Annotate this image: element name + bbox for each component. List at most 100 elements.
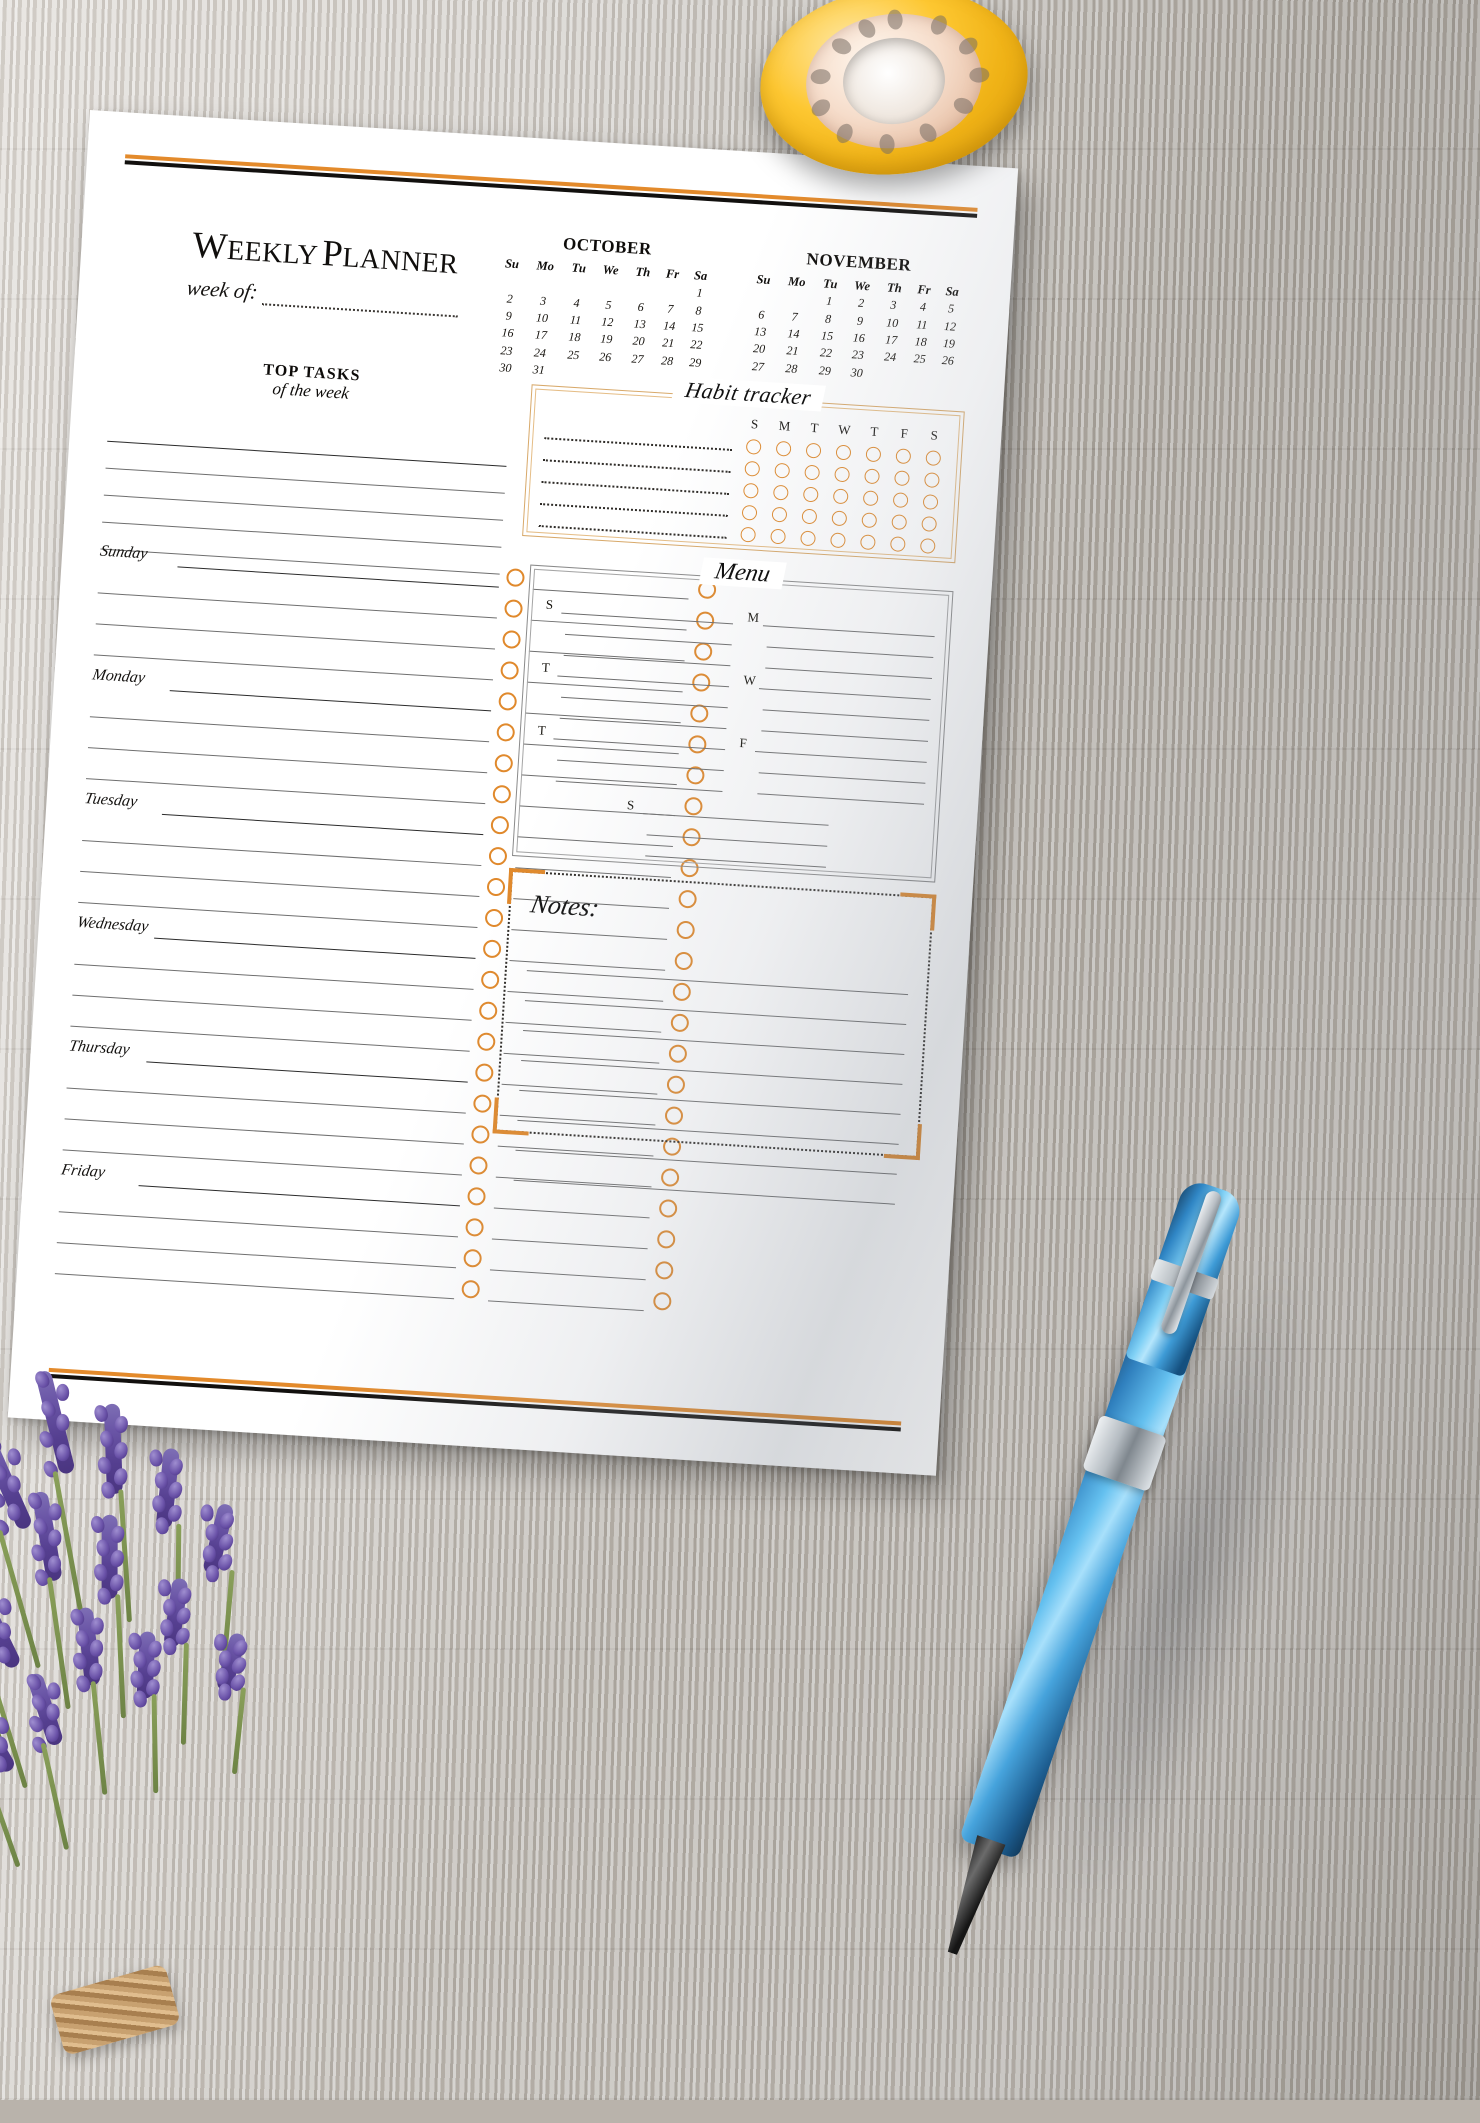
habit-checkbox[interactable]: [825, 487, 856, 504]
circle-icon: [865, 446, 881, 462]
lavender-bud: [57, 1414, 70, 1431]
circle-icon: [467, 1186, 486, 1205]
habit-checkbox[interactable]: [734, 504, 765, 521]
lavender-bud: [89, 1617, 104, 1636]
habit-checkbox[interactable]: [887, 447, 918, 464]
habit-checkbox[interactable]: [886, 469, 917, 486]
habit-day-header: T: [799, 419, 830, 437]
circle-icon: [488, 846, 507, 865]
habit-checkbox[interactable]: [792, 529, 823, 546]
habit-checkbox[interactable]: [913, 515, 944, 532]
day-checkbox[interactable]: [479, 932, 505, 964]
day-checkbox[interactable]: [503, 561, 529, 593]
day-checkbox[interactable]: [468, 1118, 494, 1150]
habit-checkbox[interactable]: [796, 464, 827, 481]
day-checkbox[interactable]: [495, 685, 521, 717]
week-of-field[interactable]: week of:: [162, 274, 483, 319]
habit-checkbox[interactable]: [885, 491, 916, 508]
day-checkbox[interactable]: [489, 777, 515, 809]
habit-checkbox[interactable]: [882, 535, 913, 552]
habit-checkbox[interactable]: [732, 526, 763, 543]
circle-icon: [889, 536, 905, 552]
habit-checkbox[interactable]: [853, 511, 884, 528]
day-checkbox[interactable]: [460, 1242, 486, 1274]
calendar-day: 3: [877, 296, 909, 315]
calendar-day: 17: [875, 331, 907, 350]
calendar-day: 20: [744, 340, 775, 359]
habit-checkbox[interactable]: [826, 465, 857, 482]
habit-checkbox[interactable]: [766, 462, 797, 479]
day-checkbox[interactable]: [483, 870, 509, 902]
menu-day-column: M: [744, 604, 936, 679]
calendar-november: NOVEMBER Su Mo Tu We Th Fr Sa: [742, 246, 969, 406]
calendar-day: 7: [656, 299, 685, 318]
lavender-stem: [232, 1687, 246, 1774]
calendar-day: 4: [561, 293, 592, 312]
habit-checkbox[interactable]: [852, 533, 883, 550]
week-of-dotted-line[interactable]: [262, 289, 459, 317]
day-entry-line[interactable]: [488, 1300, 644, 1311]
habit-checkbox[interactable]: [765, 484, 796, 501]
day-checkbox[interactable]: [501, 592, 527, 624]
habit-checkbox[interactable]: [736, 460, 767, 477]
habit-checkbox[interactable]: [795, 486, 826, 503]
menu-entry-line[interactable]: [556, 767, 724, 792]
day-checkbox[interactable]: [653, 1223, 679, 1255]
habit-checkbox[interactable]: [738, 438, 769, 455]
habit-checkbox[interactable]: [856, 467, 887, 484]
habit-checkbox[interactable]: [793, 508, 824, 525]
day-checkbox[interactable]: [485, 839, 511, 871]
habit-checkbox[interactable]: [762, 528, 793, 545]
menu-title: Menu: [698, 557, 786, 589]
day-checkbox[interactable]: [491, 747, 517, 779]
calendar-day: 8: [684, 301, 713, 320]
calendar-day: [904, 367, 933, 386]
day-planner-lines: SundayMondayTuesdayWednesdayThursdayFrid…: [55, 536, 501, 1304]
day-checkbox[interactable]: [464, 1180, 490, 1212]
habit-checkbox[interactable]: [828, 444, 859, 461]
day-checkbox[interactable]: [499, 623, 525, 655]
day-checkbox[interactable]: [497, 654, 523, 686]
habit-checkbox[interactable]: [917, 449, 948, 466]
day-checkbox[interactable]: [493, 716, 519, 748]
habit-checkbox[interactable]: [822, 531, 853, 548]
calendar-day: 12: [935, 317, 964, 336]
habit-checkbox[interactable]: [912, 537, 943, 554]
calendar-day: 6: [625, 297, 657, 316]
day-checkbox[interactable]: [462, 1211, 488, 1243]
habit-day-header: S: [739, 415, 770, 433]
day-checkbox[interactable]: [487, 808, 513, 840]
habit-checkbox[interactable]: [764, 506, 795, 523]
habit-checkbox[interactable]: [915, 493, 946, 510]
habit-checkbox[interactable]: [735, 482, 766, 499]
day-entry-line[interactable]: [55, 1273, 454, 1299]
habit-checkbox[interactable]: [768, 440, 799, 457]
habit-checkbox[interactable]: [916, 471, 947, 488]
day-checkbox[interactable]: [475, 994, 501, 1026]
habit-checkbox[interactable]: [858, 445, 889, 462]
day-checkbox[interactable]: [649, 1285, 675, 1317]
lavender-bud: [48, 1529, 62, 1547]
day-checkbox[interactable]: [481, 901, 507, 933]
habit-day-header: S: [919, 427, 950, 445]
day-checkbox[interactable]: [466, 1149, 492, 1181]
day-checkbox[interactable]: [651, 1254, 677, 1286]
calendar-day: 10: [876, 313, 908, 332]
day-checkbox[interactable]: [471, 1056, 497, 1088]
habit-checkbox[interactable]: [823, 509, 854, 526]
planner-sheet: WEEKLY PLANNER week of: OCTOBER: [8, 110, 1018, 1476]
habit-checkbox[interactable]: [798, 442, 829, 459]
circle-icon: [506, 568, 525, 587]
menu-day-key: F: [739, 735, 751, 752]
habit-checkbox[interactable]: [855, 489, 886, 506]
day-checkbox[interactable]: [473, 1025, 499, 1057]
circle-icon: [504, 599, 523, 618]
day-checkbox[interactable]: [655, 1192, 681, 1224]
circle-icon: [801, 508, 817, 524]
weekday-tu: Tu: [815, 275, 846, 294]
circle-icon: [471, 1124, 490, 1143]
day-checkbox[interactable]: [477, 963, 503, 995]
day-checkbox[interactable]: [469, 1087, 495, 1119]
day-checkbox[interactable]: [458, 1273, 484, 1305]
habit-checkbox[interactable]: [883, 513, 914, 530]
